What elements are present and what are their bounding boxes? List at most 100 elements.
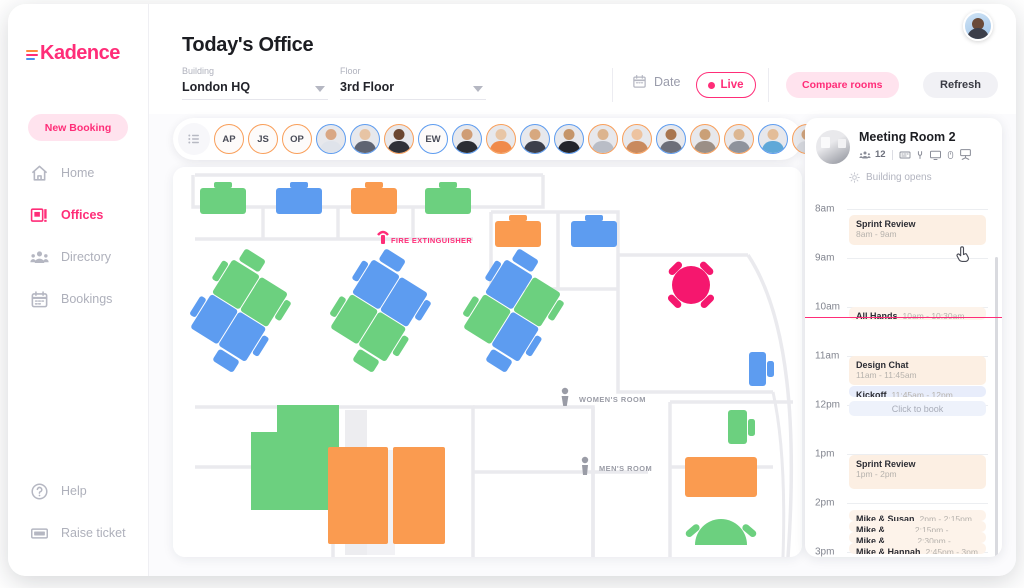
sidebar-item-raise-ticket[interactable]: Raise ticket xyxy=(8,512,148,554)
sidebar-label-raise-ticket: Raise ticket xyxy=(61,526,126,540)
schedule-event[interactable]: Mike & Alison 2:30pm - 2:45pm xyxy=(849,532,986,543)
avatar-photo xyxy=(453,125,481,153)
sidebar-item-directory[interactable]: Directory xyxy=(8,236,148,278)
schedule-event[interactable]: Sprint Review 8am - 9am xyxy=(849,215,986,245)
avatar-7[interactable]: EW xyxy=(418,124,448,154)
avatar-2[interactable]: JS xyxy=(248,124,278,154)
sidebar-label-directory: Directory xyxy=(61,250,112,264)
screen-icon xyxy=(929,150,941,160)
avatar-14[interactable] xyxy=(656,124,686,154)
refresh-button[interactable]: Refresh xyxy=(923,72,998,98)
schedule-event[interactable]: Mike & Susan 2pm - 2:15pm xyxy=(849,510,986,521)
floor-select[interactable]: Floor 3rd Floor xyxy=(340,66,486,100)
room-header: Meeting Room 2 12 xyxy=(805,118,1002,172)
time-label-9am: 9am xyxy=(815,252,835,264)
people-strip[interactable]: AP JS OP EW xyxy=(173,118,862,160)
divider xyxy=(768,68,769,102)
time-label-11am: 11am xyxy=(815,350,840,362)
help-icon xyxy=(30,482,49,501)
room-schedule-panel: Meeting Room 2 12 Building opens 8am 9am… xyxy=(805,118,1002,557)
event-title: Mike & Alison xyxy=(856,536,886,543)
live-toggle-button[interactable]: Live xyxy=(696,72,756,98)
event-title: Design Chat xyxy=(856,360,909,370)
chevron-down-icon xyxy=(315,86,325,92)
avatar-photo xyxy=(385,125,413,153)
time-label-8am: 8am xyxy=(815,203,835,215)
event-time: 1pm - 2pm xyxy=(856,469,897,479)
compare-rooms-button[interactable]: Compare rooms xyxy=(786,72,899,98)
brand-logo[interactable]: Kadence xyxy=(26,42,120,65)
schedule-event[interactable]: Design Chat 11am - 11:45am xyxy=(849,356,986,385)
schedule-event[interactable]: Sprint Review 1pm - 2pm xyxy=(849,455,986,489)
event-time: 2pm - 2:15pm xyxy=(919,514,972,521)
click-to-book-slot[interactable]: Click to book xyxy=(849,401,986,416)
avatar-photo xyxy=(691,125,719,153)
avatar-12[interactable] xyxy=(588,124,618,154)
sidebar-nav: Home Offices Directory Bookings xyxy=(8,152,148,320)
mouse-icon xyxy=(947,150,953,159)
top-bar: Today's Office Building London HQ Floor … xyxy=(149,4,1016,114)
event-title: Mike & Susan xyxy=(856,514,915,521)
avatar-13[interactable] xyxy=(622,124,652,154)
divider xyxy=(891,149,893,160)
whiteboard-icon xyxy=(899,151,911,158)
avatar-photo xyxy=(657,125,685,153)
mens-room-icon xyxy=(581,456,589,475)
event-title: Mike & Hannah xyxy=(856,547,921,554)
avatar-5[interactable] xyxy=(350,124,380,154)
avatar-4[interactable] xyxy=(316,124,346,154)
avatar-9[interactable] xyxy=(486,124,516,154)
presenter-icon xyxy=(959,149,971,160)
schedule-event[interactable]: Mike & Hannah 2:45pm - 3pm xyxy=(849,543,986,554)
avatar-10[interactable] xyxy=(520,124,550,154)
building-select[interactable]: Building London HQ xyxy=(182,66,328,100)
ticket-icon xyxy=(30,524,49,543)
sun-icon xyxy=(849,172,860,183)
list-icon xyxy=(188,134,199,144)
sidebar-item-offices[interactable]: Offices xyxy=(8,194,148,236)
user-avatar[interactable] xyxy=(963,11,993,41)
floor-value: 3rd Floor xyxy=(340,80,395,94)
avatar-photo xyxy=(759,125,787,153)
event-time: 11:45am - 12pm xyxy=(891,390,953,397)
schedule-timeline[interactable]: 8am9am10am11am12pm1pm2pm3pm4pmSprint Rev… xyxy=(805,185,1002,557)
schedule-event[interactable]: Kickoff 11:45am - 12pm xyxy=(849,386,986,397)
floorplan-canvas[interactable]: FIRE EXTINGUISHER WOMEN'S ROOM MEN'S ROO… xyxy=(173,167,802,557)
schedule-event[interactable]: Mike & Peter 2:15pm - 2:30pm xyxy=(849,521,986,532)
list-view-button[interactable] xyxy=(178,123,210,155)
avatar-1[interactable]: AP xyxy=(214,124,244,154)
time-label-10am: 10am xyxy=(815,301,841,313)
building-opens-label: Building opens xyxy=(866,172,932,183)
sidebar-item-home[interactable]: Home xyxy=(8,152,148,194)
date-button[interactable]: Date xyxy=(632,74,680,89)
page-title: Today's Office xyxy=(182,34,314,56)
event-time: 11am - 11:45am xyxy=(856,370,917,380)
avatar-8[interactable] xyxy=(452,124,482,154)
avatar-body xyxy=(967,28,989,39)
sidebar-item-bookings[interactable]: Bookings xyxy=(8,278,148,320)
event-time: 2:15pm - 2:30pm xyxy=(914,525,949,532)
avatar-15[interactable] xyxy=(690,124,720,154)
time-label-2pm: 2pm xyxy=(815,497,835,509)
avatar-16[interactable] xyxy=(724,124,754,154)
filter-selects: Building London HQ Floor 3rd Floor xyxy=(182,66,486,100)
new-booking-button[interactable]: New Booking xyxy=(28,114,128,141)
power-icon xyxy=(917,150,922,159)
avatar-11[interactable] xyxy=(554,124,584,154)
avatar-6[interactable] xyxy=(384,124,414,154)
event-time: 2:45pm - 3pm xyxy=(925,547,978,554)
offices-icon xyxy=(30,206,49,225)
avatar-photo xyxy=(521,125,549,153)
avatar-17[interactable] xyxy=(758,124,788,154)
calendar-icon xyxy=(633,74,646,88)
logo-bars-icon xyxy=(26,47,38,61)
live-dot-icon xyxy=(708,81,716,89)
schedule-scrollbar[interactable] xyxy=(995,257,998,557)
avatar-3[interactable]: OP xyxy=(282,124,312,154)
event-title: Sprint Review xyxy=(856,459,916,469)
sidebar-item-help[interactable]: Help xyxy=(8,470,148,512)
current-time-indicator xyxy=(805,317,1002,319)
main-content: Today's Office Building London HQ Floor … xyxy=(149,4,1016,576)
date-label: Date xyxy=(654,74,681,89)
avatar-photo xyxy=(555,125,583,153)
